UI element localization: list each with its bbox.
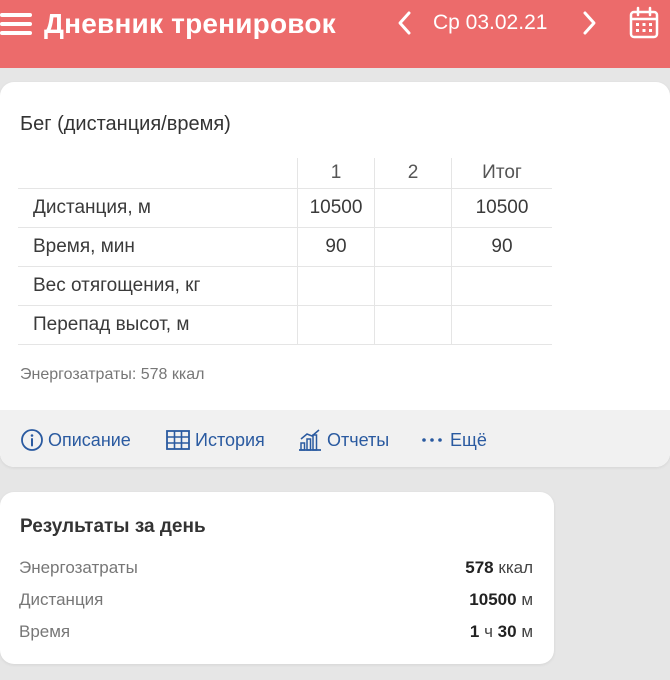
menu-icon[interactable] bbox=[0, 10, 32, 38]
table-header-empty bbox=[18, 158, 298, 189]
chevron-left-icon[interactable] bbox=[394, 8, 416, 38]
cell-time-set-1[interactable]: 90 bbox=[297, 227, 375, 267]
more-dots-icon bbox=[422, 438, 442, 442]
energy-summary: Энергозатраты: 578 ккал bbox=[20, 366, 205, 383]
cell-elevation-total bbox=[451, 305, 552, 345]
table-icon bbox=[166, 430, 190, 450]
reports-button[interactable]: Отчеты bbox=[297, 428, 389, 452]
result-value-energy: 578 ккал bbox=[465, 558, 533, 577]
cell-weight-set-1[interactable] bbox=[297, 266, 375, 306]
bar-chart-icon bbox=[299, 429, 321, 451]
more-button[interactable]: Ещё bbox=[420, 428, 487, 452]
cell-elevation-set-2[interactable] bbox=[374, 305, 452, 345]
current-date[interactable]: Ср 03.02.21 bbox=[433, 8, 547, 38]
app-title: Дневник тренировок bbox=[44, 8, 336, 39]
exercise-card: Бег (дистанция/время) 1 2 Итог Дистанция… bbox=[0, 82, 670, 467]
exercise-actions-bar: Описание История Отчеты Ещё bbox=[0, 410, 670, 467]
column-header-set-2: 2 bbox=[374, 158, 452, 189]
exercise-table: 1 2 Итог Дистанция, м 10500 10500 Время,… bbox=[18, 158, 552, 345]
result-label-energy: Энергозатраты bbox=[19, 558, 138, 577]
day-results-card: Результаты за день Энергозатраты 578 кка… bbox=[0, 492, 554, 664]
description-button[interactable]: Описание bbox=[20, 428, 131, 452]
row-label-distance: Дистанция, м bbox=[18, 188, 298, 228]
exercise-title[interactable]: Бег (дистанция/время) bbox=[20, 110, 231, 138]
table-row: Вес отягощения, кг bbox=[18, 266, 552, 306]
cell-distance-set-2[interactable] bbox=[374, 188, 452, 228]
history-label: История bbox=[195, 429, 265, 450]
table-row: Перепад высот, м bbox=[18, 305, 552, 345]
result-value-distance: 10500 м bbox=[469, 590, 533, 609]
column-header-total: Итог bbox=[451, 158, 552, 189]
table-header-row: 1 2 Итог bbox=[18, 158, 552, 189]
cell-elevation-set-1[interactable] bbox=[297, 305, 375, 345]
cell-weight-total bbox=[451, 266, 552, 306]
history-button[interactable]: История bbox=[165, 428, 265, 452]
row-label-time: Время, мин bbox=[18, 227, 298, 267]
chevron-right-icon[interactable] bbox=[578, 8, 600, 38]
calendar-icon[interactable] bbox=[628, 6, 660, 40]
cell-time-total: 90 bbox=[451, 227, 552, 267]
more-label: Ещё bbox=[450, 429, 487, 450]
info-icon bbox=[21, 429, 43, 451]
result-value-time: 1 ч 30 м bbox=[469, 622, 533, 641]
description-label: Описание bbox=[48, 429, 131, 450]
reports-label: Отчеты bbox=[327, 429, 390, 450]
table-row: Дистанция, м 10500 10500 bbox=[18, 188, 552, 228]
row-label-weight: Вес отягощения, кг bbox=[18, 266, 298, 306]
result-label-distance: Дистанция bbox=[19, 590, 104, 609]
cell-weight-set-2[interactable] bbox=[374, 266, 452, 306]
column-header-set-1: 1 bbox=[297, 158, 375, 189]
table-row: Время, мин 90 90 bbox=[18, 227, 552, 267]
cell-distance-set-1[interactable]: 10500 bbox=[297, 188, 375, 228]
result-label-time: Время bbox=[19, 622, 71, 641]
cell-time-set-2[interactable] bbox=[374, 227, 452, 267]
app-header: Дневник тренировок Ср 03.02.21 bbox=[0, 0, 670, 68]
row-label-elevation: Перепад высот, м bbox=[18, 305, 298, 345]
day-results-title: Результаты за день bbox=[20, 516, 206, 537]
cell-distance-total: 10500 bbox=[451, 188, 552, 228]
